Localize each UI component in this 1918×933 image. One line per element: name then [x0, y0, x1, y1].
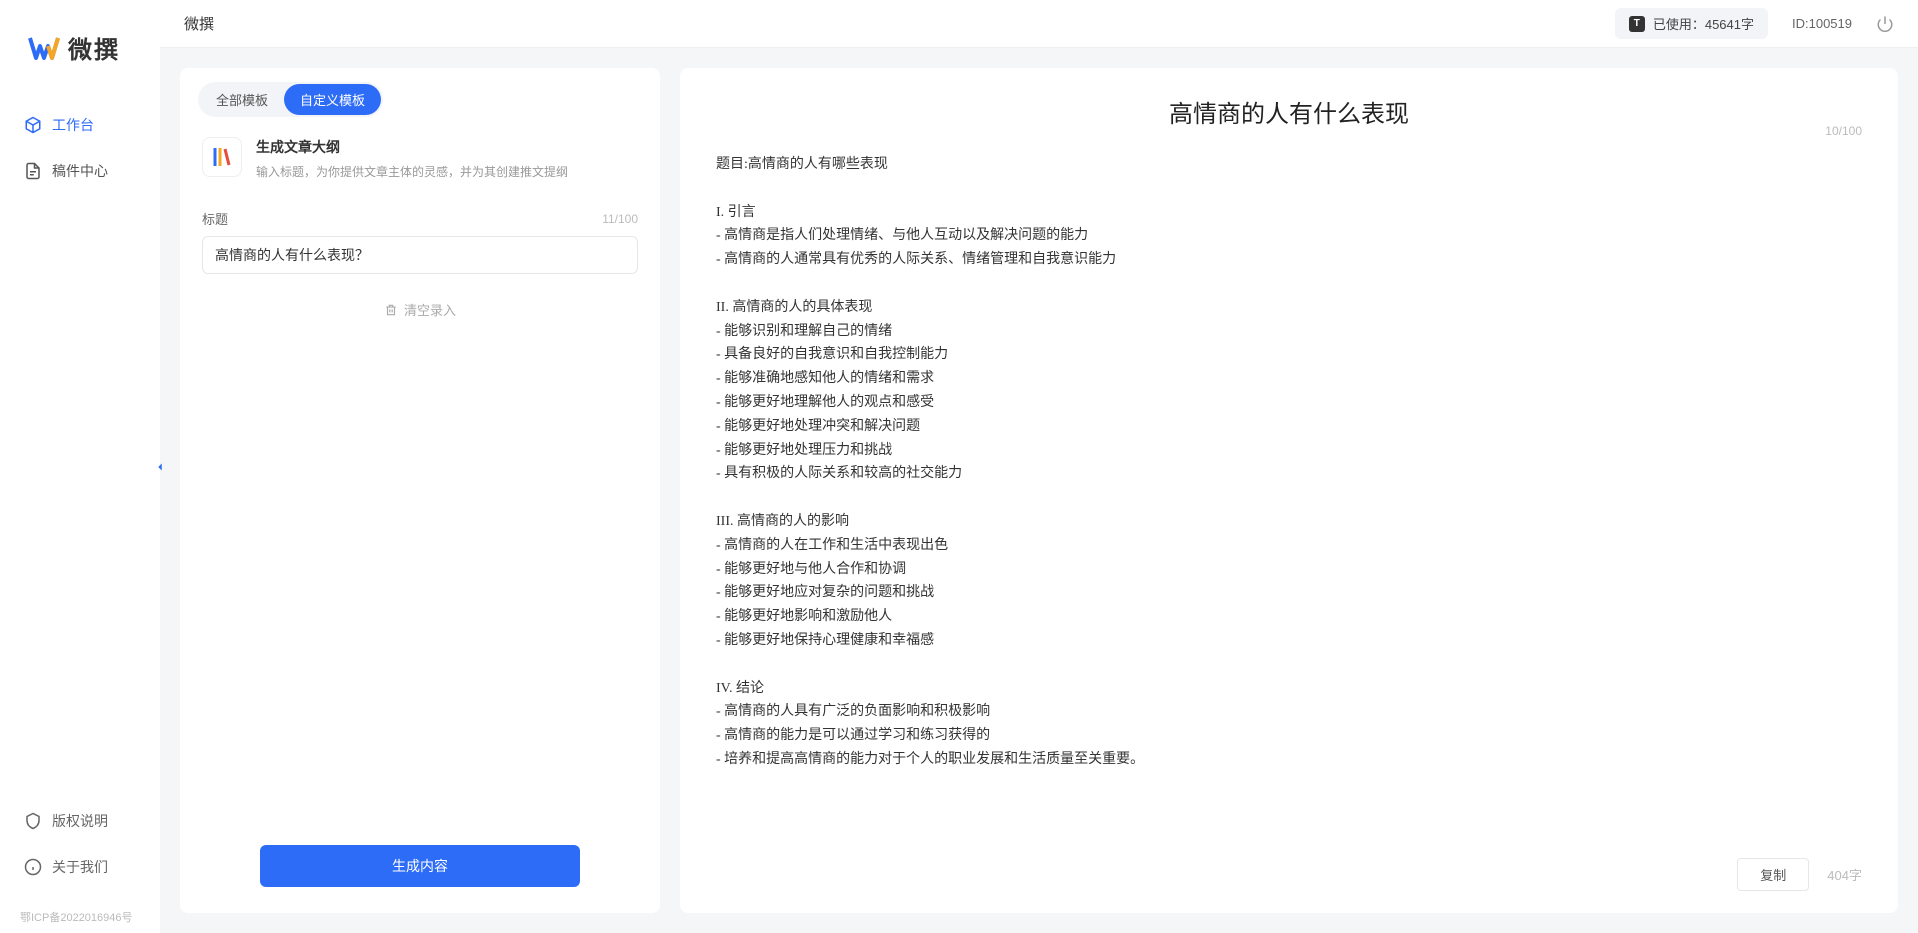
tab-custom-templates[interactable]: 自定义模板	[284, 84, 381, 115]
logo: 微撰	[0, 0, 160, 105]
template-desc: 输入标题，为你提供文章主体的灵感，并为其创建推文提纲	[256, 163, 568, 181]
output-footer: 复制 404字	[680, 844, 1898, 913]
nav-label: 关于我们	[52, 857, 108, 877]
output-word-count: 404字	[1827, 865, 1862, 884]
copy-button[interactable]: 复制	[1737, 858, 1809, 891]
page-title: 微撰	[184, 13, 214, 34]
nav-copyright[interactable]: 版权说明	[12, 801, 148, 841]
nav-about[interactable]: 关于我们	[12, 847, 148, 887]
title-char-count: 10/100	[1825, 124, 1862, 138]
output-panel: 高情商的人有什么表现 10/100 题目:高情商的人有哪些表现 I. 引言 - …	[680, 68, 1898, 913]
logo-text: 微撰	[68, 30, 120, 65]
document-icon	[24, 162, 42, 180]
info-icon	[24, 858, 42, 876]
usage-badge[interactable]: T 已使用：45641字	[1615, 8, 1768, 39]
main: 微撰 T 已使用：45641字 ID:100519 全部模板 自定义模板	[160, 0, 1918, 933]
generate-button[interactable]: 生成内容	[260, 845, 580, 887]
icp-text: 鄂ICP备2022016946号	[0, 909, 160, 933]
nav-label: 版权说明	[52, 811, 108, 831]
topbar-right: T 已使用：45641字 ID:100519	[1615, 8, 1894, 39]
trash-icon	[384, 303, 398, 317]
topbar: 微撰 T 已使用：45641字 ID:100519	[160, 0, 1918, 48]
books-icon	[202, 137, 242, 177]
field-char-count: 11/100	[602, 212, 638, 226]
sidebar-collapse[interactable]	[150, 455, 170, 479]
user-id: ID:100519	[1792, 16, 1852, 31]
template-tabs: 全部模板 自定义模板	[180, 68, 660, 131]
nav-list: 工作台 稿件中心	[0, 105, 160, 197]
power-icon[interactable]	[1876, 15, 1894, 33]
output-title: 高情商的人有什么表现	[716, 94, 1862, 129]
text-icon: T	[1629, 16, 1645, 32]
nav-label: 稿件中心	[52, 161, 108, 181]
input-panel: 全部模板 自定义模板 生成文章大纲 输入标题，为你提供文章主体的灵感，并为其创建…	[180, 68, 660, 913]
field-label: 标题	[202, 209, 228, 228]
nav-label: 工作台	[52, 115, 94, 135]
cube-icon	[24, 116, 42, 134]
logo-icon	[28, 32, 60, 64]
nav-drafts[interactable]: 稿件中心	[12, 151, 148, 191]
usage-label: 已使用：45641字	[1653, 14, 1754, 33]
title-input[interactable]	[202, 236, 638, 274]
clear-input-button[interactable]: 清空录入	[202, 300, 638, 319]
sidebar-bottom: 版权说明 关于我们	[0, 801, 160, 909]
shield-icon	[24, 812, 42, 830]
template-title: 生成文章大纲	[256, 137, 568, 157]
output-body[interactable]: 题目:高情商的人有哪些表现 I. 引言 - 高情商是指人们处理情绪、与他人互动以…	[680, 137, 1898, 844]
form-area: 标题 11/100 清空录入	[180, 199, 660, 823]
output-header: 高情商的人有什么表现 10/100	[680, 68, 1898, 137]
content: 全部模板 自定义模板 生成文章大纲 输入标题，为你提供文章主体的灵感，并为其创建…	[160, 48, 1918, 933]
nav-workspace[interactable]: 工作台	[12, 105, 148, 145]
sidebar: 微撰 工作台 稿件中心 版权说明	[0, 0, 160, 933]
template-card: 生成文章大纲 输入标题，为你提供文章主体的灵感，并为其创建推文提纲	[180, 131, 660, 199]
tab-all-templates[interactable]: 全部模板	[200, 84, 284, 115]
